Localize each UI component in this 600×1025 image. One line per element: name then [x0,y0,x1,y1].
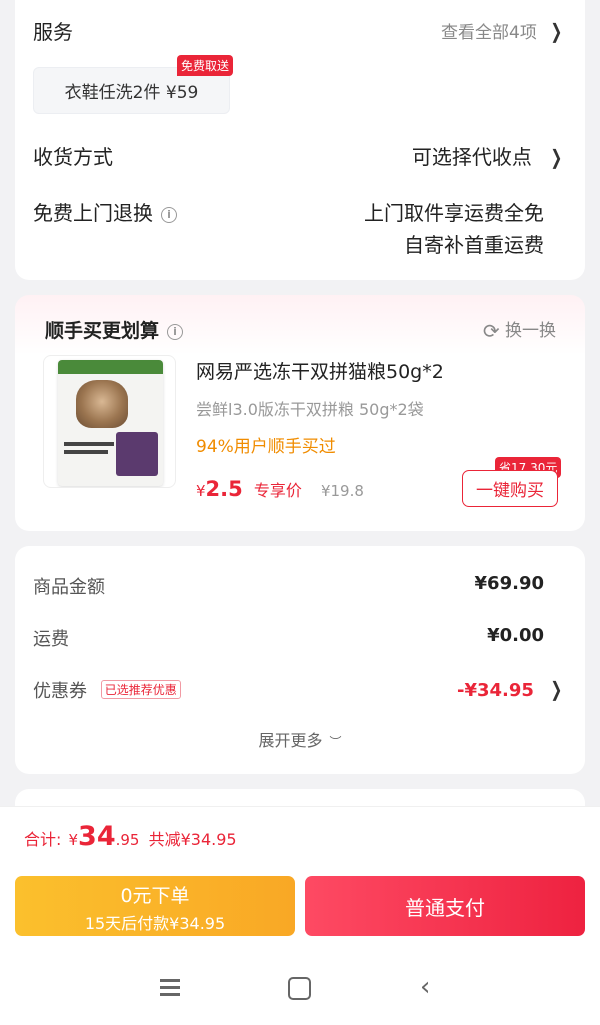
goods-amount-label: 商品金额 [33,577,105,598]
addon-price: ¥2.5 专享价 ¥19.8 [196,477,364,501]
coupon-label: 优惠券 [33,681,87,702]
refresh-icon: ⟳ [482,319,500,343]
chevron-right-icon: ❯ [550,19,563,43]
returns-line2: 自寄补首重运费 [404,233,544,257]
returns-description: 上门取件享运费全免 自寄补首重运费 [364,197,544,261]
normal-pay-button[interactable]: 普通支付 [305,876,585,936]
coupon-selector[interactable]: -¥34.95 ❯ [457,677,565,701]
coupon-value: -¥34.95 [457,680,534,701]
price-value: 2.5 [205,477,243,501]
free-pickup-badge: 免费取送 [177,55,234,76]
service-chip-label: 衣鞋任洗2件 ¥59 [64,83,199,103]
coupon-tag: 已选推荐优惠 [100,680,181,699]
total-amount: 合计: ¥34.95 共减¥34.95 [24,821,237,852]
product-subtitle: 尝鲜l3.0版冻干双拼粮 50g*2袋 [196,400,424,419]
info-icon[interactable]: i [167,323,184,340]
info-icon[interactable]: i [161,206,177,223]
view-all-services-link[interactable]: 查看全部4项 ❯ [441,18,565,43]
zero-down-line1: 0元下单 [120,885,190,907]
swap-button[interactable]: ⟳ 换一换 [483,316,556,343]
product-image[interactable] [43,355,176,488]
service-title: 服务 [33,20,73,44]
view-all-label: 查看全部4项 [441,23,537,43]
expand-more-label: 展开更多 [258,731,323,750]
total-bar: 合计: ¥34.95 共减¥34.95 [0,806,600,870]
normal-pay-label: 普通支付 [405,895,485,920]
cat-food-bag-image [58,360,163,486]
back-icon[interactable]: ‹ [420,972,430,1002]
delivery-method-selector[interactable]: 可选择代收点 ❯ [412,141,565,170]
home-icon[interactable] [288,977,311,1000]
expand-more-button[interactable]: 展开更多 ︶ [15,727,585,751]
returns-title: 免费上门退换 [33,201,153,225]
addon-title: 顺手买更划算 [45,320,160,342]
chevron-right-icon: ❯ [550,145,563,169]
menu-icon[interactable] [158,975,182,999]
delivery-method-value: 可选择代收点 [411,145,532,169]
zero-down-line2: 15天后付款¥34.95 [84,914,226,933]
returns-line1: 上门取件享运费全免 [364,201,544,225]
price-symbol: ¥ [196,482,206,500]
zero-down-order-button[interactable]: 0元下单 15天后付款¥34.95 [15,876,295,936]
swap-label: 换一换 [505,321,556,341]
price-summary-card: 商品金额 ¥69.90 运费 ¥0.00 优惠券 已选推荐优惠 -¥34.95 … [15,546,585,774]
total-decimal: .95 [115,831,140,849]
total-saved: 共减¥34.95 [148,830,237,849]
addon-header: 顺手买更划算 i [45,316,184,343]
total-symbol: ¥ [68,831,79,849]
coupon-row[interactable]: 优惠券 已选推荐优惠 [33,677,181,703]
price-tag: 专享价 [253,481,302,500]
chevron-right-icon: ❯ [550,677,563,701]
shipping-value: ¥0.00 [487,625,544,646]
buy-button-label: 一键购买 [476,481,544,501]
service-card: 服务 查看全部4项 ❯ 衣鞋任洗2件 ¥59 免费取送 收货方式 可选择代收点 … [15,0,585,280]
social-proof: 94%用户顺手买过 [196,437,336,457]
total-label: 合计: [24,830,62,849]
addon-card: 顺手买更划算 i ⟳ 换一换 网易严选冻干双拼猫粮50g*2 尝鲜l3.0版冻干双… [15,295,585,531]
total-integer: 34 [78,821,116,852]
one-click-buy-button[interactable]: 一键购买 [462,470,558,507]
chevron-down-icon: ︶ [329,735,342,749]
delivery-title: 收货方式 [33,145,113,169]
product-name[interactable]: 网易严选冻干双拼猫粮50g*2 [196,357,444,384]
goods-amount-value: ¥69.90 [474,573,544,594]
original-price: ¥19.8 [320,482,364,500]
returns-row: 免费上门退换 i [33,197,177,226]
shipping-label: 运费 [33,629,69,650]
